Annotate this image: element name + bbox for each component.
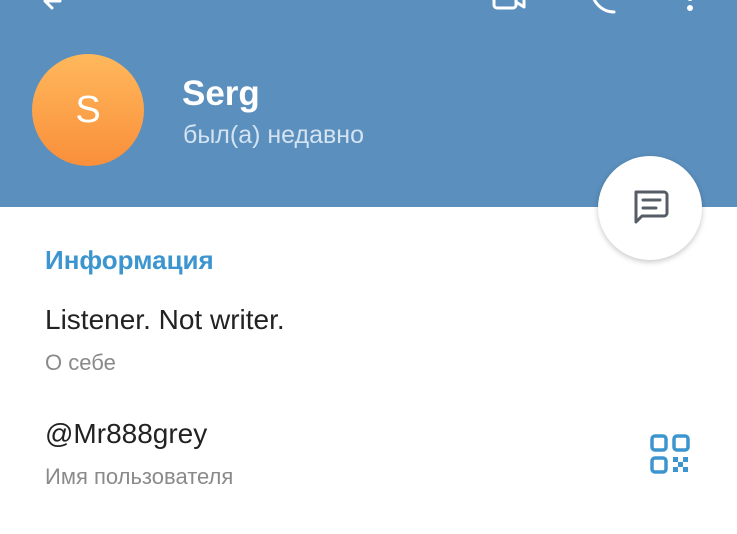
username-label: Имя пользователя	[45, 464, 234, 489]
video-call-icon[interactable]	[492, 0, 526, 21]
back-arrow-icon[interactable]	[38, 0, 68, 21]
avatar-letter: S	[75, 88, 101, 131]
info-section-title: Информация	[45, 245, 214, 275]
profile-name: Serg	[182, 74, 260, 113]
qr-code-button[interactable]	[648, 432, 692, 476]
avatar[interactable]: S	[32, 54, 144, 166]
username-value[interactable]: @Mr888grey	[45, 418, 207, 450]
bio-value[interactable]: Listener. Not writer.	[45, 304, 285, 336]
bio-label: О себе	[45, 350, 116, 375]
profile-status: был(а) недавно	[183, 121, 365, 149]
phone-icon[interactable]	[586, 0, 620, 21]
message-icon	[628, 184, 672, 233]
send-message-button[interactable]	[598, 156, 702, 260]
more-vertical-icon[interactable]	[683, 0, 697, 21]
qr-code-icon	[648, 434, 692, 480]
profile-screen: S Serg был(а) недавно Информация Listene…	[0, 0, 737, 534]
